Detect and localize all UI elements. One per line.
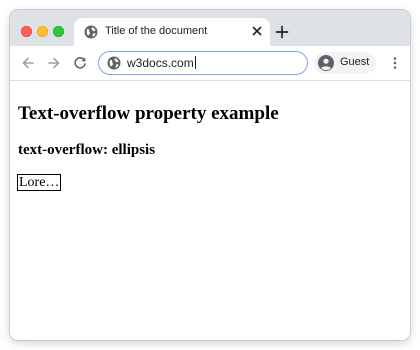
close-window-button[interactable]	[21, 26, 32, 37]
plus-icon[interactable]	[274, 24, 290, 40]
browser-window: Title of the document w3docs.com Guest T…	[10, 10, 410, 340]
globe-icon	[107, 56, 121, 70]
minimize-window-button[interactable]	[37, 26, 48, 37]
address-bar[interactable]: w3docs.com	[98, 51, 308, 75]
ellipsis-demo-box: Lore…	[17, 174, 62, 191]
text-caret	[194, 56, 196, 69]
address-bar-url: w3docs.com	[127, 56, 194, 70]
page-content: Text-overflow property example text-over…	[10, 81, 410, 340]
person-icon	[318, 55, 334, 71]
page-subheading: text-overflow: ellipsis	[18, 142, 156, 158]
profile-label: Guest	[340, 56, 370, 68]
forward-arrow-icon[interactable]	[46, 55, 62, 71]
tab-title: Title of the document	[105, 25, 208, 37]
globe-icon	[84, 25, 98, 39]
reload-icon[interactable]	[72, 55, 88, 71]
browser-tab[interactable]: Title of the document	[74, 18, 270, 46]
page-heading: Text-overflow property example	[18, 103, 279, 124]
kebab-menu-icon[interactable]	[388, 56, 402, 70]
maximize-window-button[interactable]	[53, 26, 64, 37]
address-bar-url-wrap: w3docs.com	[127, 56, 196, 70]
profile-button[interactable]: Guest	[314, 52, 376, 74]
title-bar: Title of the document	[10, 10, 410, 46]
close-icon[interactable]	[250, 24, 264, 38]
browser-toolbar: w3docs.com Guest	[10, 46, 410, 81]
back-arrow-icon[interactable]	[20, 55, 36, 71]
